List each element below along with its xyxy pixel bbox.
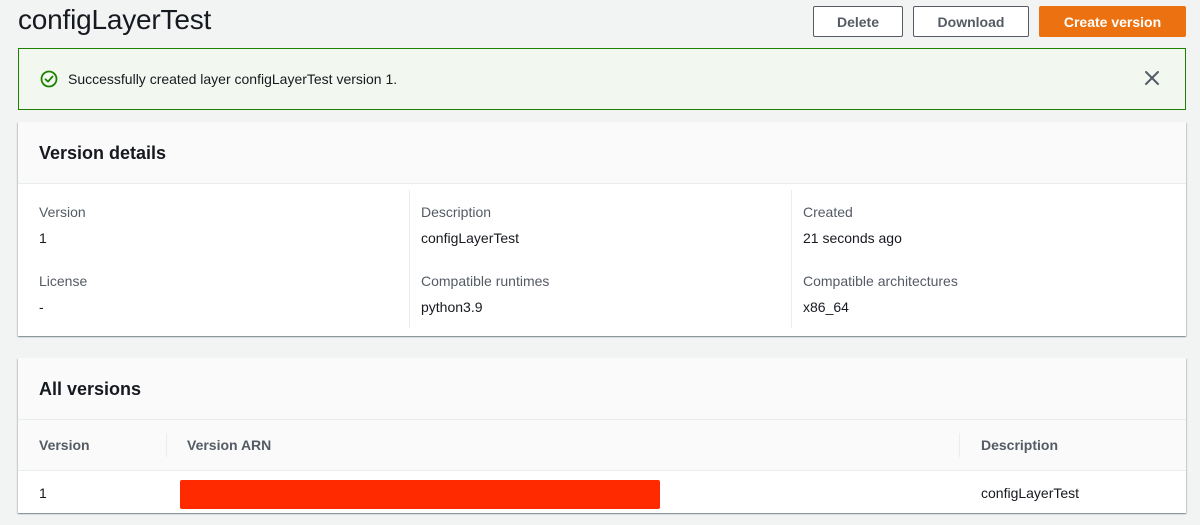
compatible-architectures-value: x86_64 <box>803 299 849 315</box>
row-version: 1 <box>39 485 47 501</box>
create-version-button[interactable]: Create version <box>1039 6 1186 37</box>
all-versions-header: All versions <box>18 358 1186 420</box>
all-versions-title: All versions <box>39 379 142 399</box>
column-divider[interactable] <box>959 433 960 457</box>
license-label: License <box>39 273 88 289</box>
column-divider[interactable] <box>166 433 167 457</box>
flash-message-text: Successfully created layer configLayerTe… <box>68 71 398 87</box>
description-label: Description <box>421 204 492 220</box>
success-flash-message: Successfully created layer configLayerTe… <box>18 48 1186 110</box>
page-header: configLayerTest Delete Download Create v… <box>0 0 1200 44</box>
delete-button[interactable]: Delete <box>813 6 903 37</box>
column-divider <box>409 190 410 328</box>
version-details-panel: Version details Version 1 Description co… <box>18 122 1186 336</box>
redacted-version-arn <box>180 480 660 509</box>
download-button[interactable]: Download <box>913 6 1029 37</box>
all-versions-panel: All versions Version Version ARN Descrip… <box>18 358 1186 513</box>
row-description: configLayerTest <box>981 485 1080 501</box>
description-value: configLayerTest <box>421 230 520 246</box>
column-header-version[interactable]: Version <box>39 437 90 453</box>
version-details-grid: Version 1 Description configLayerTest Cr… <box>18 184 1186 336</box>
success-check-icon <box>40 70 58 88</box>
column-divider <box>791 190 792 328</box>
close-icon[interactable] <box>1143 69 1161 87</box>
version-details-header: Version details <box>18 122 1186 184</box>
version-label: Version <box>39 204 86 220</box>
version-details-title: Version details <box>39 143 167 163</box>
column-header-description[interactable]: Description <box>981 437 1058 453</box>
compatible-runtimes-value: python3.9 <box>421 299 483 315</box>
column-header-version-arn[interactable]: Version ARN <box>187 437 271 453</box>
version-value: 1 <box>39 230 47 246</box>
compatible-runtimes-label: Compatible runtimes <box>421 273 550 289</box>
created-value: 21 seconds ago <box>803 230 902 246</box>
table-row: 1 configLayerTest <box>18 471 1186 513</box>
versions-table-header: Version Version ARN Description <box>18 420 1186 471</box>
license-value: - <box>39 299 44 315</box>
compatible-architectures-label: Compatible architectures <box>803 273 958 289</box>
created-label: Created <box>803 204 853 220</box>
page-title: configLayerTest <box>18 4 212 35</box>
